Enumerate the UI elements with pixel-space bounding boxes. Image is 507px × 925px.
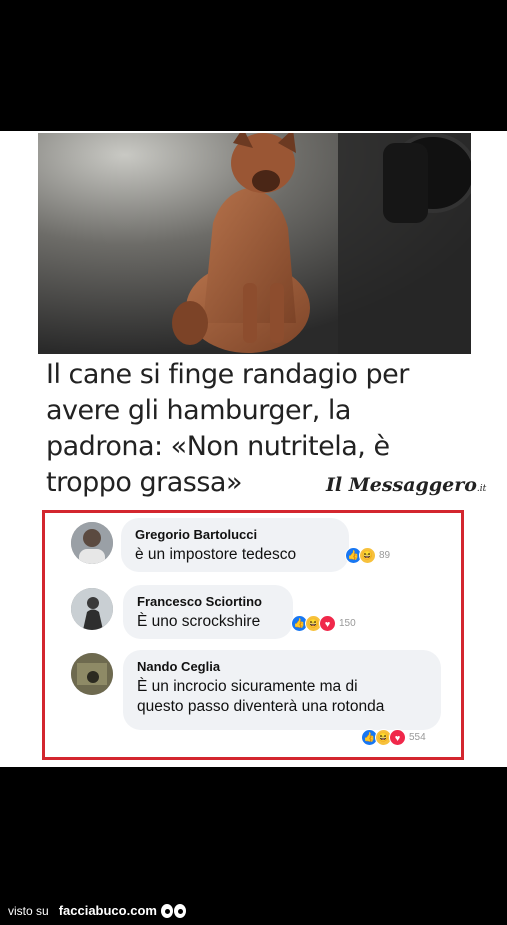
headline-line: avere gli hamburger, la [46, 395, 351, 426]
headline-line: Il cane si finge randagio per [46, 359, 409, 390]
avatar[interactable] [71, 653, 113, 695]
reaction-summary[interactable]: 👍 😆 89 [345, 547, 390, 564]
reaction-count: 89 [379, 550, 391, 561]
commenter-name[interactable]: Gregorio Bartolucci [135, 527, 335, 542]
dog-photo [38, 133, 471, 354]
commenter-name[interactable]: Francesco Sciortino [137, 594, 279, 609]
headline-line: padrona: «Non nutritela, è [46, 431, 390, 462]
eyes-icon [160, 903, 187, 918]
comment-bubble: Nando Ceglia È un incrocio sicuramente m… [123, 650, 441, 730]
reaction-count: 554 [409, 732, 426, 743]
watermark-footer: visto su facciabuco.com [8, 903, 187, 918]
footer-brand[interactable]: facciabuco.com [59, 903, 157, 918]
comment-text: È uno scrockshire [137, 613, 261, 630]
haha-icon: 😆 [359, 547, 376, 564]
love-icon: ♥ [319, 615, 336, 632]
highlighted-comments-box: Gregorio Bartolucci è un impostore tedes… [42, 510, 464, 760]
comment-bubble: Gregorio Bartolucci è un impostore tedes… [121, 518, 349, 572]
avatar[interactable] [71, 522, 113, 564]
comment-bubble: Francesco Sciortino È uno scrockshire [123, 585, 293, 639]
footer-prefix: visto su [8, 903, 49, 918]
love-icon: ♥ [389, 729, 406, 746]
avatar[interactable] [71, 588, 113, 630]
comment-text: È un incrocio sicuramente ma di questo p… [137, 678, 385, 715]
comment-text: è un impostore tedesco [135, 546, 297, 563]
reaction-count: 150 [339, 618, 356, 629]
messaggero-logo: Il Messaggero.it [326, 474, 487, 496]
reaction-summary[interactable]: 👍 😆 ♥ 554 [361, 729, 426, 746]
reaction-summary[interactable]: 👍 😆 ♥ 150 [291, 615, 356, 632]
commenter-name[interactable]: Nando Ceglia [137, 659, 427, 674]
